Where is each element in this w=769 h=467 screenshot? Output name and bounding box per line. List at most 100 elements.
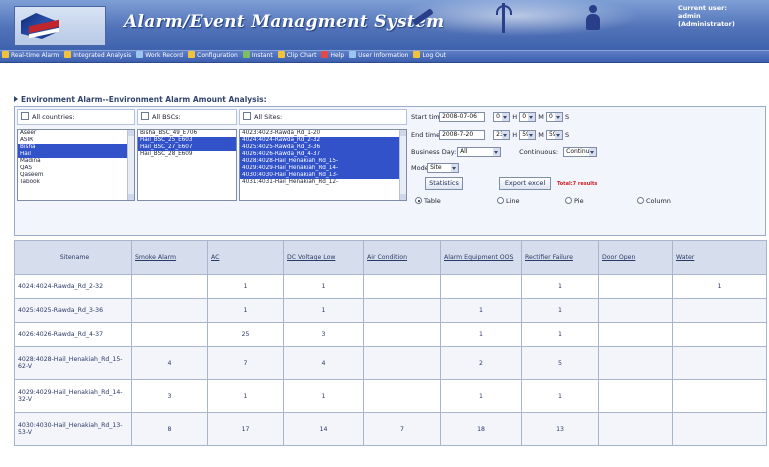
end-date-input[interactable]: 2008-7-20 [439, 130, 486, 140]
all-sites-checkbox[interactable] [243, 112, 251, 120]
count-cell [672, 379, 767, 413]
country-option[interactable]: Aseer [18, 130, 134, 137]
end-time-row: End time: 2008-7-20 23 H 59 M 59 S [411, 130, 569, 140]
column-header[interactable]: Water [672, 240, 767, 275]
help-icon [321, 51, 329, 58]
site-option[interactable]: 4024:4024-Rawda_Rd_2-32 [240, 137, 406, 144]
radio-table[interactable] [415, 197, 422, 204]
person-icon [584, 5, 602, 31]
site-option[interactable]: 4026:4026-Rawda_Rd_4-37 [240, 151, 406, 158]
bsc-option[interactable]: Hail_BSC_27_E607 [138, 144, 236, 151]
nav-label: Clip Chart [286, 52, 317, 59]
count-cell [672, 322, 767, 347]
site-option[interactable]: 4030:4030-Hail_Henakiah_Rd_13- [240, 172, 406, 179]
count-cell: 1 [521, 379, 599, 413]
nav-item-help[interactable]: Help [319, 51, 347, 62]
site-option[interactable]: 4025:4025-Rawda_Rd_3-36 [240, 144, 406, 151]
site-option[interactable]: 4023:4023-Rawda_Rd_1-20 [240, 130, 406, 137]
radio-line[interactable] [497, 197, 504, 204]
site-name-cell: 4026:4026-Rawda_Rd_4-37 [14, 322, 132, 347]
end-minute-select[interactable]: 59 [519, 130, 537, 140]
view-option-line[interactable]: Line [497, 197, 520, 205]
start-second-label: S [565, 113, 570, 121]
all-bscs-toggle[interactable]: All BSCs: [137, 109, 237, 125]
count-cell: 4 [131, 346, 208, 380]
nav-item-clip-chart[interactable]: Clip Chart [276, 51, 320, 62]
business-day-label: Business Day: [411, 148, 457, 156]
nav-item-instant[interactable]: Instant [241, 51, 276, 62]
bsc-option[interactable]: Bisha_BSC_49_E706 [138, 130, 236, 137]
countries-listbox[interactable]: Aseer ASIR Bisha Hail Madina QAS Qaseem Tabook [17, 129, 135, 201]
site-name-cell: 4024:4024-Rawda_Rd_2-32 [14, 274, 132, 299]
country-option[interactable]: Bisha [18, 144, 134, 151]
continuous-select[interactable]: Continue [563, 147, 598, 157]
analysis-icon [64, 51, 72, 58]
business-day-select[interactable]: All [457, 147, 502, 157]
country-option[interactable]: Madina [18, 158, 134, 165]
nav-item-integrated-analysis[interactable]: Integrated Analysis [62, 51, 134, 62]
statistics-button[interactable]: Statistics [425, 177, 463, 190]
nav-item-user-information[interactable]: User Information [347, 51, 411, 62]
column-header[interactable]: AC [207, 240, 284, 275]
nav-item-work-record[interactable]: Work Record [134, 51, 186, 62]
end-hour-select[interactable]: 23 [493, 130, 511, 140]
country-option[interactable]: Qaseem [18, 172, 134, 179]
count-cell: 18 [440, 412, 522, 446]
site-option[interactable]: 4031:4031-Hail_Henakiah_Rd_12- [240, 179, 406, 186]
app-title: Alarm/Event Managment System [124, 12, 445, 32]
all-countries-toggle[interactable]: All countries: [17, 109, 135, 125]
title-arrow-icon [14, 96, 18, 102]
nav-item-real-time-alarm[interactable]: Real-time Alarm [0, 51, 62, 62]
count-cell [672, 412, 767, 446]
column-header[interactable]: Smoke Alarm [131, 240, 208, 275]
nav-item-configuration[interactable]: Configuration [186, 51, 241, 62]
country-option[interactable]: QAS [18, 165, 134, 172]
bsc-option[interactable]: Hail_BSC_28_E609 [138, 151, 236, 158]
column-header[interactable]: Air Condition [363, 240, 441, 275]
table-row: 4028:4028-Hail_Henakiah_Rd_15-62-V 4 7 4 2 5 [14, 346, 767, 380]
column-header[interactable]: Alarm Equipment OOS [440, 240, 522, 275]
header-glow [400, 0, 660, 40]
chart-icon [277, 51, 285, 58]
end-second-select[interactable]: 59 [545, 130, 563, 140]
count-cell: 3 [283, 322, 364, 347]
user-icon [349, 51, 357, 58]
column-header[interactable]: DC Voltage Low [283, 240, 364, 275]
count-cell [363, 322, 441, 347]
nav-item-log-out[interactable]: Log Out [411, 51, 449, 62]
country-option[interactable]: Hail [18, 151, 134, 158]
site-name-cell: 4028:4028-Hail_Henakiah_Rd_15-62-V [14, 346, 132, 380]
radio-pie[interactable] [565, 197, 572, 204]
column-header[interactable]: Rectifier Failure [521, 240, 599, 275]
sites-listbox[interactable]: 4023:4023-Rawda_Rd_1-20 4024:4024-Rawda_R… [239, 129, 407, 201]
mode-select[interactable]: Site [427, 163, 460, 173]
record-icon [136, 51, 144, 58]
country-option[interactable]: ASIR [18, 137, 134, 144]
view-option-column[interactable]: Column [637, 197, 671, 205]
nav-label: Real-time Alarm [11, 52, 60, 59]
all-bscs-checkbox[interactable] [141, 112, 149, 120]
bsc-option[interactable]: Hail_BSC_25_E603 [138, 137, 236, 144]
all-sites-toggle[interactable]: All Sites: [239, 109, 407, 125]
view-option-table[interactable]: Table [415, 197, 441, 205]
export-excel-button[interactable]: Export excel [499, 177, 551, 190]
column-header[interactable]: Door Open [598, 240, 673, 275]
bscs-listbox[interactable]: Bisha_BSC_49_E706 Hail_BSC_25_E603 Hail_BS… [137, 129, 237, 201]
view-option-pie[interactable]: Pie [565, 197, 584, 205]
start-date-input[interactable]: 2008-07-06 [439, 112, 486, 122]
page-title: Environment Alarm--Environment Alarm Amo… [14, 95, 267, 104]
start-second-select[interactable]: 0 [545, 112, 563, 122]
count-cell: 2 [440, 346, 522, 380]
radio-column[interactable] [637, 197, 644, 204]
start-minute-select[interactable]: 0 [519, 112, 537, 122]
count-cell: 1 [440, 322, 522, 347]
result-count: Total:7 results [557, 181, 598, 187]
count-cell [363, 298, 441, 323]
site-option[interactable]: 4029:4029-Hail_Henakiah_Rd_14- [240, 165, 406, 172]
start-hour-select[interactable]: 0 [493, 112, 511, 122]
all-countries-checkbox[interactable] [21, 112, 29, 120]
count-cell: 1 [283, 379, 364, 413]
site-option[interactable]: 4028:4028-Hail_Henakiah_Rd_15- [240, 158, 406, 165]
end-second-label: S [565, 131, 570, 139]
country-option[interactable]: Tabook [18, 179, 134, 186]
